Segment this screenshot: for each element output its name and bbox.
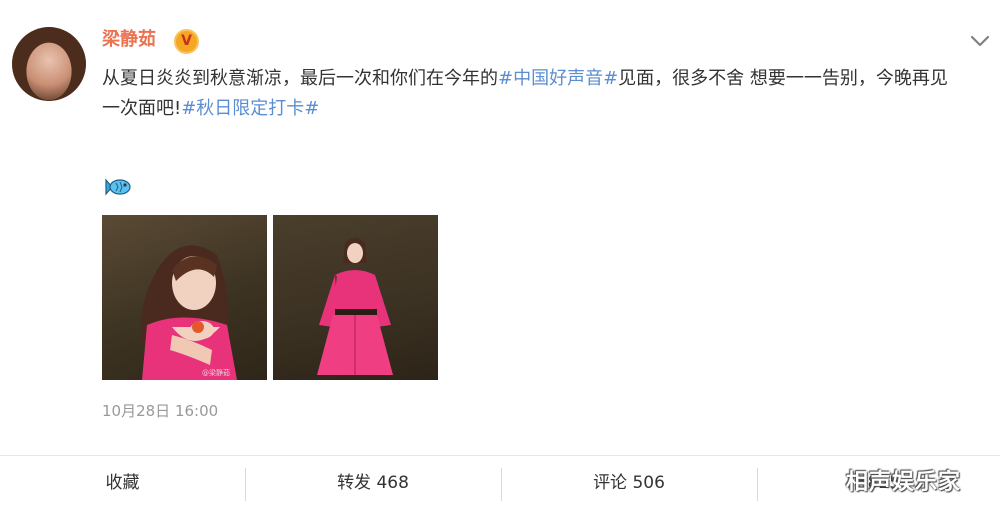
hashtag-link-voice-of-china[interactable]: #中国好声音# bbox=[498, 68, 618, 89]
comment-button[interactable]: 评论 506 bbox=[501, 456, 757, 512]
post-text-part1: 从夏日炎炎到秋意渐凉，最后一次和你们在今年的 bbox=[102, 68, 498, 89]
post-text: 从夏日炎炎到秋意渐凉，最后一次和你们在今年的#中国好声音#见面，很多不舍 想要一… bbox=[102, 64, 962, 124]
weibo-post-card: 梁静茹 V 从夏日炎炎到秋意渐凉，最后一次和你们在今年的#中国好声音#见面，很多… bbox=[0, 0, 1000, 455]
username-link[interactable]: 梁静茹 bbox=[102, 28, 156, 52]
chevron-down-icon[interactable] bbox=[968, 32, 992, 50]
post-timestamp[interactable]: 10月28日 16:00 bbox=[102, 400, 218, 422]
verified-badge-icon: V bbox=[174, 29, 199, 54]
repost-button[interactable]: 转发 468 bbox=[245, 456, 501, 512]
photo-watermark: @梁静茹 bbox=[202, 368, 230, 377]
fish-emoji-icon bbox=[105, 178, 131, 196]
hashtag-link-autumn-checkin[interactable]: #秋日限定打卡# bbox=[181, 98, 319, 119]
watermark-overlay: 相声娱乐家 bbox=[846, 470, 962, 495]
favorite-button[interactable]: 收藏 bbox=[0, 456, 245, 512]
post-photo-1[interactable]: @梁静茹 bbox=[102, 215, 267, 380]
avatar[interactable] bbox=[12, 27, 86, 101]
post-photo-2[interactable] bbox=[273, 215, 438, 380]
